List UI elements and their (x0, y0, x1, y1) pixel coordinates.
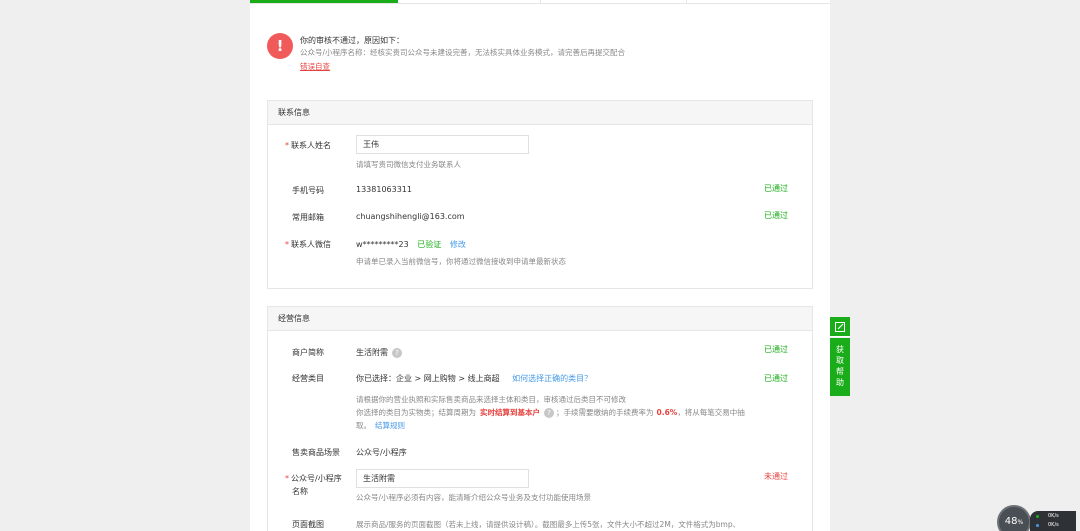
short-name-value: 生活附需? (356, 347, 402, 358)
contact-name-hint: 请填写贵司微信支付业务联系人 (356, 160, 461, 169)
error-icon: ! (267, 33, 293, 59)
contact-section-header: 联系信息 (268, 101, 812, 125)
edit-icon[interactable] (830, 317, 850, 337)
tab-divider (540, 0, 541, 4)
wechat-hint: 申请单已录入当前微信号，你将通过微信接收到申请单最新状态 (356, 257, 566, 266)
wechat-verified: 已验证 (417, 240, 442, 249)
miniapp-name-hint: 公众号/小程序必须有内容，能清晰介绍公众号业务及支付功能使用场景 (356, 493, 592, 502)
download-dot (1036, 524, 1039, 527)
tab-active-indicator[interactable] (250, 0, 398, 3)
category-value: 你已选择：企业 > 网上购物 > 线上商超 如何选择正确的类目？ (356, 374, 593, 383)
fee-rate: 0.6% (656, 408, 678, 417)
network-speed-panel: 0K/s 0K/s (1030, 511, 1076, 531)
contact-section: 联系信息 * 联系人姓名 王伟 请填写贵司微信支付业务联系人 手机号码 13381… (267, 100, 813, 289)
category-rule-hint: 取。 结算规则 (356, 421, 405, 430)
get-help-button[interactable]: 获取帮助 (830, 338, 850, 396)
scene-value: 公众号/小程序 (356, 448, 407, 457)
settlement-rules-link[interactable]: 结算规则 (375, 421, 405, 430)
settlement-period: 实时结算到基本户 (480, 408, 540, 417)
category-settlement-hint: 你选择的类目为实物类；结算周期为 实时结算到基本户? ；手续需要缴纳的手续费率为 0.… (356, 408, 745, 418)
short-name-label: 商户简称 (292, 348, 324, 357)
category-status: 已通过 (764, 374, 788, 383)
email-value: chuangshihengli@163.com (356, 212, 465, 221)
screenshot-label: 页面截图 (292, 520, 324, 529)
phone-value: 13381063311 (356, 185, 412, 194)
category-label: 经营类目 (292, 374, 324, 383)
required-mark: * (285, 474, 289, 483)
email-label: 常用邮箱 (292, 213, 324, 222)
scene-label: 售卖商品场景 (292, 448, 340, 457)
contact-name-input[interactable]: 王伟 (356, 135, 529, 154)
tab-bar (250, 0, 830, 4)
edit-icon-svg (835, 322, 845, 332)
required-mark: * (285, 240, 289, 249)
upload-dot (1036, 515, 1039, 518)
phone-status: 已通过 (764, 184, 788, 193)
download-speed: 0K/s (1048, 522, 1059, 528)
alert-title: 你的审核不通过，原因如下： (300, 36, 404, 45)
contact-name-label: * 联系人姓名 (285, 141, 331, 150)
phone-label: 手机号码 (292, 186, 324, 195)
alert-detail: 公众号/小程序名称：经核实贵司公众号未建设完善，无法核实具体业务模式，请完善后再… (300, 48, 626, 57)
required-mark: * (285, 141, 289, 150)
network-speed-gauge[interactable]: 48% (997, 505, 1031, 531)
question-icon[interactable]: ? (544, 408, 554, 418)
error-check-link[interactable]: 错误自查 (300, 61, 330, 72)
wechat-label: * 联系人微信 (285, 240, 331, 249)
miniapp-name-status: 未通过 (764, 472, 788, 481)
business-section-header: 经营信息 (268, 307, 812, 331)
main-panel: ! 你的审核不通过，原因如下： 公众号/小程序名称：经核实贵司公众号未建设完善，… (250, 0, 830, 531)
miniapp-name-input[interactable]: 生活附需 (356, 469, 529, 488)
email-status: 已通过 (764, 211, 788, 220)
category-help-link[interactable]: 如何选择正确的类目？ (512, 374, 592, 383)
category-hint: 请根据你的营业执照和实际售卖商品来选择主体和类目，审核通过后类目不可修改 (356, 395, 626, 404)
screenshot-hint: 展示商品/服务的页面截图（若未上线，请提供设计稿）。截图最多上传5张，文件大小不… (356, 520, 741, 529)
business-section: 经营信息 商户简称 生活附需? 已通过 经营类目 你已选择：企业 > 网上购物 … (267, 306, 813, 531)
upload-speed: 0K/s (1048, 513, 1059, 519)
tab-divider (686, 0, 687, 4)
short-name-status: 已通过 (764, 345, 788, 354)
wechat-value: w*********23 已验证 修改 (356, 240, 466, 249)
question-icon[interactable]: ? (392, 347, 402, 358)
wechat-modify-link[interactable]: 修改 (450, 240, 466, 249)
miniapp-name-label: * 公众号/小程序 (285, 474, 342, 483)
miniapp-name-label-2: 名称 (292, 487, 308, 496)
